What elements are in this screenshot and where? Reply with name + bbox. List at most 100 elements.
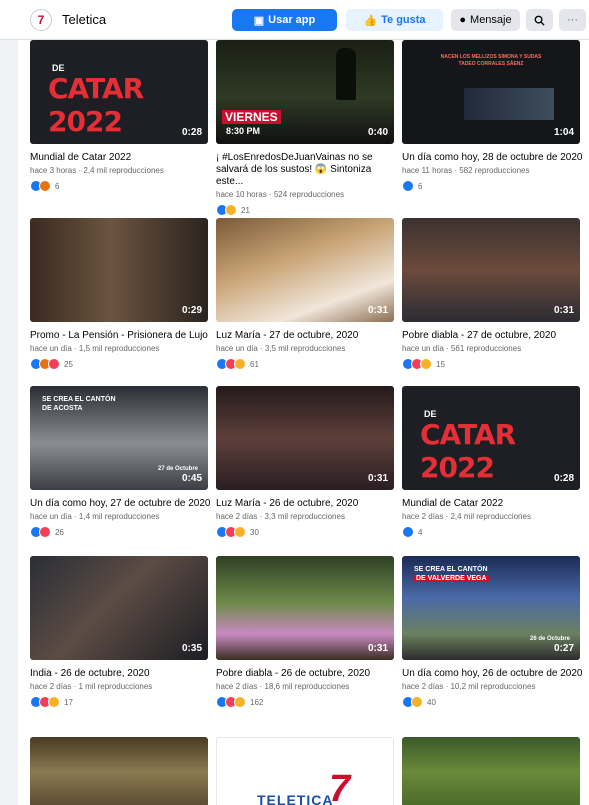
video-thumbnail[interactable]: SE CREA EL CANTÓN DE ACOSTA 27 de Octubre 0…: [30, 386, 208, 490]
video-card[interactable]: 0:35 India - 26 de octubre, 2020 hace 2 dí…: [30, 556, 212, 708]
video-thumbnail[interactable]: 0:31: [402, 218, 580, 322]
video-card[interactable]: NACEN LOS MELLIZOS SIMONA Y SUDAS TADEO …: [402, 40, 584, 192]
reaction-count: 21: [241, 205, 250, 215]
reaction-summary[interactable]: 162: [216, 696, 398, 708]
phone-icon: ▣: [253, 14, 265, 27]
video-card-partial[interactable]: [30, 737, 212, 805]
reaction-count: 61: [250, 359, 259, 369]
wow-reaction-icon: [234, 358, 246, 370]
like-reaction-icon: [402, 526, 414, 538]
haha-reaction-icon: [225, 204, 237, 216]
video-duration: 0:31: [367, 305, 388, 316]
video-card[interactable]: 0:31 Pobre diabla - 27 de octubre, 2020 ha…: [402, 218, 584, 370]
video-title[interactable]: India - 26 de octubre, 2020: [30, 668, 212, 680]
page-name[interactable]: Teletica: [62, 12, 106, 27]
wow-reaction-icon: [48, 696, 60, 708]
video-title[interactable]: Mundial de Catar 2022: [30, 152, 212, 164]
video-card[interactable]: DE CATAR 2022 0:28 Mundial de Catar 2022 hac…: [402, 386, 584, 538]
like-page-button[interactable]: 👍 Te gusta: [346, 9, 443, 31]
video-title[interactable]: Pobre diabla - 26 de octubre, 2020: [216, 668, 398, 680]
video-thumbnail[interactable]: DE CATAR 2022 0:28: [402, 386, 580, 490]
video-thumbnail[interactable]: SE CREA EL CANTÓN DE VALVERDE VEGA 26 de O…: [402, 556, 580, 660]
more-options-button[interactable]: ···: [559, 9, 586, 31]
messenger-icon: ●: [459, 14, 467, 26]
video-title[interactable]: Luz María - 27 de octubre, 2020: [216, 330, 398, 342]
more-icon: ···: [567, 14, 578, 26]
video-thumbnail[interactable]: DE CATAR 2022 0:28: [30, 40, 208, 144]
search-button[interactable]: [526, 9, 553, 31]
use-app-button[interactable]: ▣ Usar app: [232, 9, 337, 31]
reaction-summary[interactable]: 6: [30, 180, 212, 192]
video-duration: 0:40: [367, 127, 388, 138]
thumb-logo-text: TELETICA: [257, 792, 334, 805]
video-meta: hace 10 horas · 524 reproducciones: [216, 190, 345, 199]
video-meta: hace 2 días · 18,6 mil reproducciones: [216, 682, 350, 691]
reaction-summary[interactable]: 17: [30, 696, 212, 708]
angry-reaction-icon: [39, 180, 51, 192]
video-thumbnail[interactable]: TELETICA 7: [216, 737, 394, 805]
video-card[interactable]: DE CATAR 2022 0:28 Mundial de Catar 2022 hac…: [30, 40, 212, 192]
use-app-label: Usar app: [268, 14, 316, 26]
video-title[interactable]: Promo - La Pensión - Prisionera de Lujo: [30, 330, 212, 342]
video-duration: 0:45: [181, 473, 202, 484]
thumbs-up-icon: 👍: [363, 14, 378, 27]
video-thumbnail[interactable]: 0:31: [216, 556, 394, 660]
reaction-summary[interactable]: 15: [402, 358, 584, 370]
reaction-count: 25: [64, 359, 73, 369]
thumb-caption-line2: DE VALVERDE VEGA: [414, 575, 489, 582]
videos-grid: DE CATAR 2022 0:28 Mundial de Catar 2022 hac…: [18, 40, 589, 805]
reaction-count: 6: [418, 181, 423, 191]
video-thumbnail[interactable]: 0:29: [30, 218, 208, 322]
video-meta: hace un día · 1,4 mil reproducciones: [30, 512, 160, 521]
video-card[interactable]: VIERNES 8:30 PM 0:40 ¡ #LosEnredosDeJuanVai…: [216, 40, 398, 216]
video-thumbnail[interactable]: [30, 737, 208, 805]
video-title[interactable]: Luz María - 26 de octubre, 2020: [216, 498, 398, 510]
video-thumbnail[interactable]: 0:31: [216, 386, 394, 490]
wow-reaction-icon: [420, 358, 432, 370]
video-title[interactable]: Un día como hoy, 26 de octubre de 2020: [402, 668, 584, 680]
love-reaction-icon: [48, 358, 60, 370]
video-thumbnail[interactable]: NACEN LOS MELLIZOS SIMONA Y SUDAS TADEO …: [402, 40, 580, 144]
video-title[interactable]: Pobre diabla - 27 de octubre, 2020: [402, 330, 584, 342]
reaction-count: 17: [64, 697, 73, 707]
video-card-partial[interactable]: [402, 737, 584, 805]
reaction-summary[interactable]: 26: [30, 526, 212, 538]
reaction-count: 30: [250, 527, 259, 537]
reaction-summary[interactable]: 40: [402, 696, 584, 708]
like-reaction-icon: [402, 180, 414, 192]
video-thumbnail[interactable]: VIERNES 8:30 PM 0:40: [216, 40, 394, 144]
reaction-count: 4: [418, 527, 423, 537]
message-label: Mensaje: [470, 14, 512, 26]
video-title[interactable]: Un día como hoy, 27 de octubre de 2020: [30, 498, 212, 510]
video-title[interactable]: Mundial de Catar 2022: [402, 498, 584, 510]
video-card[interactable]: SE CREA EL CANTÓN DE VALVERDE VEGA 26 de O…: [402, 556, 584, 708]
page-logo[interactable]: 7: [30, 9, 52, 31]
video-thumbnail[interactable]: 0:31: [216, 218, 394, 322]
video-card[interactable]: 0:29 Promo - La Pensión - Prisionera de L…: [30, 218, 212, 370]
video-meta: hace un día · 561 reproducciones: [402, 344, 522, 353]
thumb-promo-day: VIERNES: [222, 110, 281, 124]
video-card[interactable]: 0:31 Luz María - 27 de octubre, 2020 hace …: [216, 218, 398, 370]
video-duration: 0:31: [367, 643, 388, 654]
reaction-count: 40: [427, 697, 436, 707]
video-card[interactable]: 0:31 Luz María - 26 de octubre, 2020 hace …: [216, 386, 398, 538]
message-button[interactable]: ● Mensaje: [451, 9, 520, 31]
reaction-summary[interactable]: 6: [402, 180, 584, 192]
video-duration: 0:31: [553, 305, 574, 316]
like-label: Te gusta: [381, 14, 426, 26]
reaction-summary[interactable]: 30: [216, 526, 398, 538]
video-card-partial[interactable]: TELETICA 7: [216, 737, 398, 805]
video-thumbnail[interactable]: [402, 737, 580, 805]
reaction-summary[interactable]: 21: [216, 204, 398, 216]
video-meta: hace un día · 1,5 mil reproducciones: [30, 344, 160, 353]
video-title[interactable]: ¡ #LosEnredosDeJuanVainas no se salvará …: [216, 152, 398, 188]
video-title[interactable]: Un día como hoy, 28 de octubre de 2020: [402, 152, 584, 164]
video-duration: 0:28: [181, 127, 202, 138]
video-card[interactable]: SE CREA EL CANTÓN DE ACOSTA 27 de Octubre 0…: [30, 386, 212, 538]
thumb-figure: [336, 48, 356, 100]
reaction-summary[interactable]: 4: [402, 526, 584, 538]
reaction-summary[interactable]: 61: [216, 358, 398, 370]
reaction-summary[interactable]: 25: [30, 358, 212, 370]
video-card[interactable]: 0:31 Pobre diabla - 26 de octubre, 2020 ha…: [216, 556, 398, 708]
video-thumbnail[interactable]: 0:35: [30, 556, 208, 660]
